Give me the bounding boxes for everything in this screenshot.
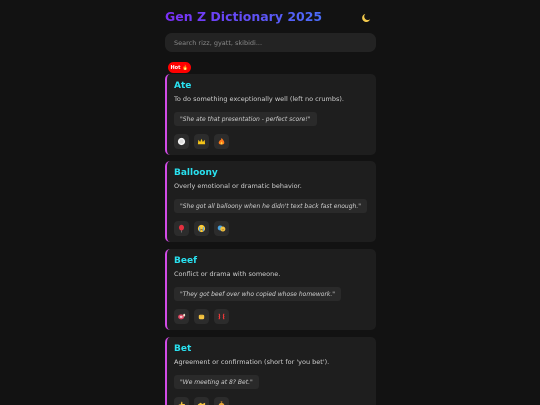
page-title: Gen Z Dictionary 2025	[165, 9, 323, 24]
reaction-row	[174, 309, 229, 324]
word-card-balloony[interactable]: Balloony Overly emotional or dramatic be…	[165, 161, 376, 242]
plate-icon[interactable]	[174, 134, 189, 149]
thumbs-up-icon[interactable]	[174, 397, 189, 405]
hot-badge: Hot 🔥	[168, 62, 191, 73]
moon-icon[interactable]	[358, 9, 374, 25]
word-term: Balloony	[174, 168, 218, 178]
anger-icon[interactable]	[214, 309, 229, 324]
word-card-beef[interactable]: Beef Conflict or drama with someone. "Th…	[165, 249, 376, 330]
fist-icon[interactable]	[194, 309, 209, 324]
word-example: "They got beef over who copied whose hom…	[174, 287, 342, 301]
word-definition: To do something exceptionally well (left…	[174, 95, 344, 103]
money-bag-icon[interactable]	[214, 397, 229, 405]
word-card-ate[interactable]: Ate To do something exceptionally well (…	[165, 74, 376, 155]
balloon-icon[interactable]	[174, 221, 189, 236]
word-card-bet[interactable]: Bet Agreement or confirmation (short for…	[165, 337, 376, 405]
word-example: "We meeting at 8? Bet."	[174, 375, 259, 389]
word-term: Beef	[174, 256, 197, 266]
meat-icon[interactable]	[174, 309, 189, 324]
search-input[interactable]	[165, 33, 376, 52]
reaction-row	[174, 397, 229, 405]
handshake-icon[interactable]	[194, 397, 209, 405]
word-term: Bet	[174, 344, 192, 354]
reaction-row	[174, 134, 229, 149]
word-term: Ate	[174, 81, 192, 91]
reaction-row	[174, 221, 229, 236]
word-definition: Agreement or confirmation (short for 'yo…	[174, 358, 330, 366]
theater-masks-icon[interactable]	[214, 221, 229, 236]
word-definition: Conflict or drama with someone.	[174, 270, 281, 278]
app-header: Gen Z Dictionary 2025	[165, 8, 376, 28]
word-example: "She got all balloony when he didn't tex…	[174, 199, 367, 213]
crown-icon[interactable]	[194, 134, 209, 149]
crying-face-icon[interactable]	[194, 221, 209, 236]
word-definition: Overly emotional or dramatic behavior.	[174, 182, 302, 190]
fire-icon[interactable]	[214, 134, 229, 149]
word-example: "She ate that presentation - perfect sco…	[174, 112, 317, 126]
